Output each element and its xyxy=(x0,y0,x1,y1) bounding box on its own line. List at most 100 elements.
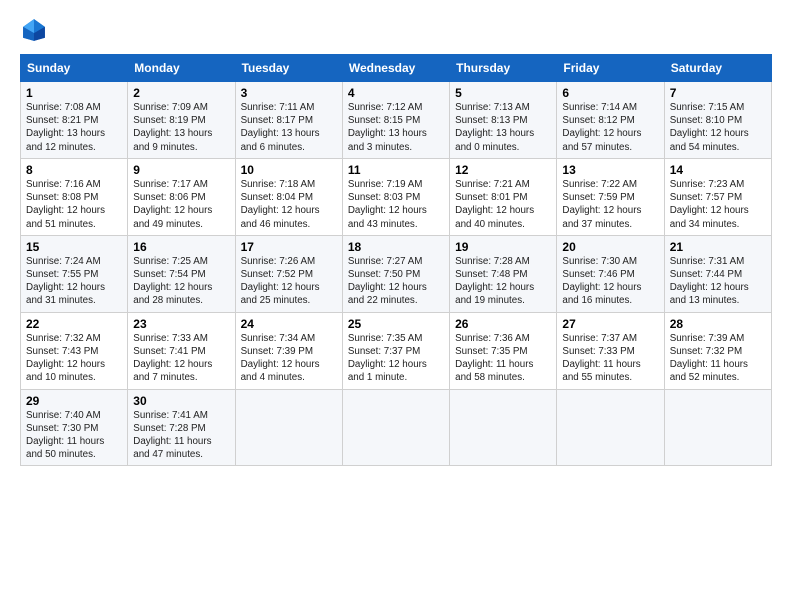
table-row: 22Sunrise: 7:32 AMSunset: 7:43 PMDayligh… xyxy=(21,312,772,389)
table-cell: 23Sunrise: 7:33 AMSunset: 7:41 PMDayligh… xyxy=(128,312,235,389)
table-row: 15 Sunrise: 7:24 AMSunset: 7:55 PMDayligh… xyxy=(21,235,772,312)
col-monday: Monday xyxy=(128,55,235,82)
calendar-table: Sunday Monday Tuesday Wednesday Thursday… xyxy=(20,54,772,466)
table-cell: 18 Sunrise: 7:27 AMSunset: 7:50 PMDayligh… xyxy=(342,235,449,312)
day-detail: Sunrise: 7:18 AMSunset: 8:04 PMDaylight:… xyxy=(241,179,320,230)
logo-icon xyxy=(20,16,48,44)
day-detail: Sunrise: 7:17 AMSunset: 8:06 PMDaylight:… xyxy=(133,179,212,230)
table-cell: 19 Sunrise: 7:28 AMSunset: 7:48 PMDayligh… xyxy=(450,235,557,312)
day-detail: Sunrise: 7:41 AMSunset: 7:28 PMDaylight:… xyxy=(133,410,211,461)
day-detail: Sunrise: 7:11 AMSunset: 8:17 PMDaylight:… xyxy=(241,102,320,153)
day-detail: Sunrise: 7:40 AMSunset: 7:30 PMDaylight:… xyxy=(26,410,104,461)
table-cell: 6Sunrise: 7:14 AMSunset: 8:12 PMDaylight… xyxy=(557,82,664,159)
day-detail: Sunrise: 7:21 AMSunset: 8:01 PMDaylight:… xyxy=(455,179,534,230)
day-number: 16 xyxy=(133,240,229,254)
day-number: 7 xyxy=(670,86,766,100)
day-detail: Sunrise: 7:28 AMSunset: 7:48 PMDaylight:… xyxy=(455,256,534,307)
day-number: 4 xyxy=(348,86,444,100)
table-row: 29 Sunrise: 7:40 AMSunset: 7:30 PMDayligh… xyxy=(21,389,772,466)
table-cell: 11 Sunrise: 7:19 AMSunset: 8:03 PMDayligh… xyxy=(342,158,449,235)
day-detail: Sunrise: 7:39 AMSunset: 7:32 PMDaylight:… xyxy=(670,333,748,384)
table-cell: 8Sunrise: 7:16 AMSunset: 8:08 PMDaylight… xyxy=(21,158,128,235)
day-number: 6 xyxy=(562,86,658,100)
day-detail: Sunrise: 7:09 AMSunset: 8:19 PMDaylight:… xyxy=(133,102,212,153)
day-number: 23 xyxy=(133,317,229,331)
day-number: 17 xyxy=(241,240,337,254)
day-number: 30 xyxy=(133,394,229,408)
header xyxy=(20,16,772,44)
table-cell: 2 Sunrise: 7:09 AMSunset: 8:19 PMDaylight… xyxy=(128,82,235,159)
table-cell xyxy=(235,389,342,466)
day-number: 8 xyxy=(26,163,122,177)
page: Sunday Monday Tuesday Wednesday Thursday… xyxy=(0,0,792,612)
col-sunday: Sunday xyxy=(21,55,128,82)
table-cell: 30 Sunrise: 7:41 AMSunset: 7:28 PMDayligh… xyxy=(128,389,235,466)
table-cell: 15 Sunrise: 7:24 AMSunset: 7:55 PMDayligh… xyxy=(21,235,128,312)
day-number: 18 xyxy=(348,240,444,254)
table-cell: 29 Sunrise: 7:40 AMSunset: 7:30 PMDayligh… xyxy=(21,389,128,466)
table-cell: 28 Sunrise: 7:39 AMSunset: 7:32 PMDayligh… xyxy=(664,312,771,389)
day-detail: Sunrise: 7:25 AMSunset: 7:54 PMDaylight:… xyxy=(133,256,212,307)
day-number: 12 xyxy=(455,163,551,177)
table-cell: 27 Sunrise: 7:37 AMSunset: 7:33 PMDayligh… xyxy=(557,312,664,389)
day-detail: Sunrise: 7:26 AMSunset: 7:52 PMDaylight:… xyxy=(241,256,320,307)
table-cell: 5 Sunrise: 7:13 AMSunset: 8:13 PMDaylight… xyxy=(450,82,557,159)
day-number: 14 xyxy=(670,163,766,177)
table-cell: 24 Sunrise: 7:34 AMSunset: 7:39 PMDayligh… xyxy=(235,312,342,389)
table-cell xyxy=(557,389,664,466)
day-number: 26 xyxy=(455,317,551,331)
day-detail: Sunrise: 7:24 AMSunset: 7:55 PMDaylight:… xyxy=(26,256,105,307)
logo xyxy=(20,16,52,44)
table-cell: 26 Sunrise: 7:36 AMSunset: 7:35 PMDayligh… xyxy=(450,312,557,389)
table-cell: 10 Sunrise: 7:18 AMSunset: 8:04 PMDayligh… xyxy=(235,158,342,235)
table-cell: 1 Sunrise: 7:08 AMSunset: 8:21 PMDaylight… xyxy=(21,82,128,159)
day-number: 27 xyxy=(562,317,658,331)
day-number: 11 xyxy=(348,163,444,177)
table-header: Sunday Monday Tuesday Wednesday Thursday… xyxy=(21,55,772,82)
table-cell: 7 Sunrise: 7:15 AMSunset: 8:10 PMDaylight… xyxy=(664,82,771,159)
day-detail: Sunrise: 7:37 AMSunset: 7:33 PMDaylight:… xyxy=(562,333,640,384)
day-number: 24 xyxy=(241,317,337,331)
day-detail: Sunrise: 7:35 AMSunset: 7:37 PMDaylight:… xyxy=(348,333,427,384)
table-cell: 14Sunrise: 7:23 AMSunset: 7:57 PMDayligh… xyxy=(664,158,771,235)
day-detail: Sunrise: 7:15 AMSunset: 8:10 PMDaylight:… xyxy=(670,102,749,153)
day-number: 22 xyxy=(26,317,122,331)
day-detail: Sunrise: 7:13 AMSunset: 8:13 PMDaylight:… xyxy=(455,102,534,153)
day-number: 20 xyxy=(562,240,658,254)
table-cell: 16 Sunrise: 7:25 AMSunset: 7:54 PMDayligh… xyxy=(128,235,235,312)
day-number: 28 xyxy=(670,317,766,331)
calendar-body: 1 Sunrise: 7:08 AMSunset: 8:21 PMDaylight… xyxy=(21,82,772,466)
day-detail: Sunrise: 7:27 AMSunset: 7:50 PMDaylight:… xyxy=(348,256,427,307)
table-cell: 4 Sunrise: 7:12 AMSunset: 8:15 PMDaylight… xyxy=(342,82,449,159)
day-number: 2 xyxy=(133,86,229,100)
day-detail: Sunrise: 7:31 AMSunset: 7:44 PMDaylight:… xyxy=(670,256,749,307)
day-number: 13 xyxy=(562,163,658,177)
header-row: Sunday Monday Tuesday Wednesday Thursday… xyxy=(21,55,772,82)
day-number: 21 xyxy=(670,240,766,254)
table-cell: 9Sunrise: 7:17 AMSunset: 8:06 PMDaylight… xyxy=(128,158,235,235)
table-cell xyxy=(664,389,771,466)
day-detail: Sunrise: 7:19 AMSunset: 8:03 PMDaylight:… xyxy=(348,179,427,230)
day-detail: Sunrise: 7:36 AMSunset: 7:35 PMDaylight:… xyxy=(455,333,533,384)
table-row: 8Sunrise: 7:16 AMSunset: 8:08 PMDaylight… xyxy=(21,158,772,235)
day-number: 25 xyxy=(348,317,444,331)
col-saturday: Saturday xyxy=(664,55,771,82)
day-number: 3 xyxy=(241,86,337,100)
day-number: 1 xyxy=(26,86,122,100)
table-cell: 17 Sunrise: 7:26 AMSunset: 7:52 PMDayligh… xyxy=(235,235,342,312)
day-detail: Sunrise: 7:30 AMSunset: 7:46 PMDaylight:… xyxy=(562,256,641,307)
day-detail: Sunrise: 7:34 AMSunset: 7:39 PMDaylight:… xyxy=(241,333,320,384)
day-number: 5 xyxy=(455,86,551,100)
day-detail: Sunrise: 7:08 AMSunset: 8:21 PMDaylight:… xyxy=(26,102,105,153)
table-cell: 3 Sunrise: 7:11 AMSunset: 8:17 PMDaylight… xyxy=(235,82,342,159)
col-friday: Friday xyxy=(557,55,664,82)
day-number: 19 xyxy=(455,240,551,254)
day-detail: Sunrise: 7:12 AMSunset: 8:15 PMDaylight:… xyxy=(348,102,427,153)
table-cell: 12 Sunrise: 7:21 AMSunset: 8:01 PMDayligh… xyxy=(450,158,557,235)
day-number: 10 xyxy=(241,163,337,177)
table-cell xyxy=(450,389,557,466)
day-number: 15 xyxy=(26,240,122,254)
col-tuesday: Tuesday xyxy=(235,55,342,82)
col-thursday: Thursday xyxy=(450,55,557,82)
day-number: 29 xyxy=(26,394,122,408)
